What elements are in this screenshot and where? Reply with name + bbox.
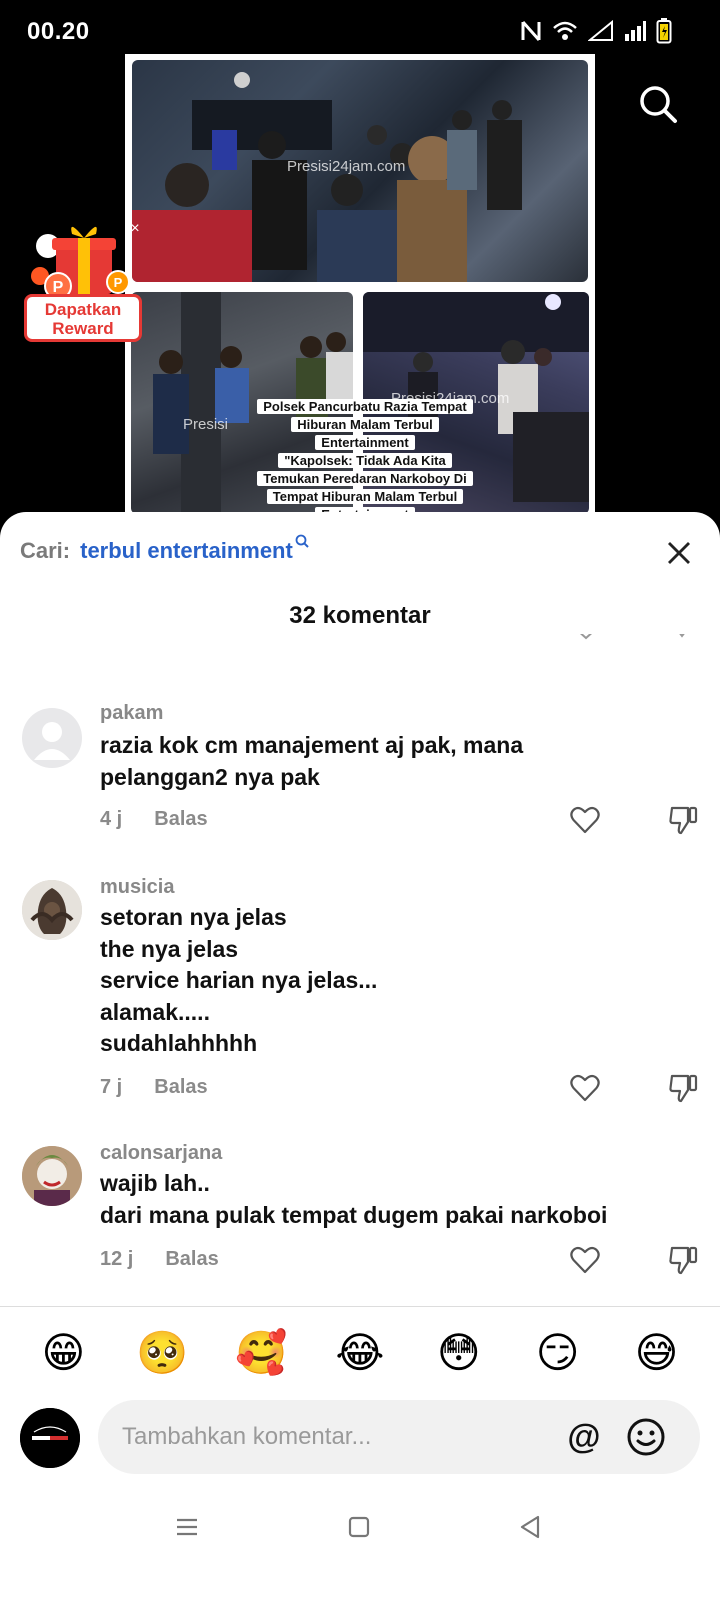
comment-meta: 4 j Balas [100, 808, 208, 831]
caption-line: Entertainment [315, 435, 415, 450]
comment-username[interactable]: calonsarjana [100, 1142, 222, 1165]
reply-button[interactable]: Balas [165, 1248, 218, 1271]
emoji-smirk[interactable]: 😏 [530, 1328, 586, 1378]
search-prefix: Cari: [20, 538, 71, 563]
reward-close-button[interactable]: × [126, 220, 144, 238]
back-icon[interactable] [516, 1512, 546, 1542]
nfc-icon [521, 21, 541, 41]
emoji-flushed[interactable]: 😳 [431, 1328, 487, 1378]
avatar[interactable] [22, 1146, 82, 1206]
heart-icon[interactable] [570, 1074, 600, 1102]
news-caption: Polsek Pancurbatu Razia Tempat Hiburan M… [195, 398, 535, 524]
system-nav-bar [0, 1502, 720, 1562]
reward-label-line2: Reward [52, 319, 114, 338]
thumbs-down-icon[interactable] [668, 1073, 698, 1103]
comment-composer: @ [0, 1400, 720, 1480]
caption-line: Temukan Peredaran Narkoboy Di [257, 471, 473, 486]
thumbs-down-icon[interactable] [668, 1245, 698, 1275]
comment-text: razia kok cm manajement aj pak, mana pel… [100, 732, 524, 790]
reward-label: Dapatkan Reward [24, 294, 142, 342]
reward-widget[interactable]: P P × Dapatkan Reward [14, 220, 144, 344]
comment-meta: 12 j Balas [100, 1248, 219, 1271]
signal-outline-icon [588, 20, 613, 41]
emoji-quick-bar: 😁 🥺 🥰 😂 😳 😏 😅 [0, 1328, 720, 1378]
comment-time: 7 j [100, 1076, 123, 1098]
news-photo-top: Presisi24jam.com [132, 60, 588, 282]
comment-input[interactable] [122, 1400, 542, 1474]
comment-username[interactable]: musicia [100, 876, 174, 899]
caption-line: "Kapolsek: Tidak Ada Kita [278, 453, 452, 468]
emoji-grin[interactable]: 😁 [35, 1328, 91, 1378]
mention-button[interactable]: @ [564, 1417, 604, 1457]
avatar[interactable] [22, 708, 82, 768]
menu-icon[interactable] [172, 1512, 202, 1542]
default-avatar-icon [34, 722, 70, 760]
comment-count: 32 komentar [289, 602, 431, 629]
heart-icon [579, 634, 593, 640]
reply-button[interactable]: Balas [154, 808, 207, 831]
comment-input-container[interactable]: @ [98, 1400, 700, 1474]
my-avatar[interactable] [20, 1408, 80, 1468]
comment-sheet: Cari: terbul entertainment 32 komentar p… [0, 512, 720, 1600]
battery-icon [656, 18, 672, 44]
caption-line: Tempat Hiburan Malam Terbul [266, 489, 464, 504]
previous-comment-cut [0, 634, 720, 664]
status-icons [520, 18, 672, 44]
related-search[interactable]: Cari: terbul entertainment [20, 534, 309, 564]
joker-avatar [22, 1146, 82, 1206]
reply-button[interactable]: Balas [154, 1076, 207, 1099]
svg-text:P: P [114, 275, 123, 290]
comment-meta: 7 j Balas [100, 1076, 208, 1099]
divider [0, 1306, 720, 1307]
signal-bars-icon [625, 21, 646, 41]
emoji-pleading[interactable]: 🥺 [134, 1328, 190, 1378]
comment-time: 4 j [100, 808, 123, 830]
caption-line: Polsek Pancurbatu Razia Tempat [257, 399, 473, 414]
comment-text: setoran nya jelas the nya jelas service … [100, 904, 378, 1056]
home-icon[interactable] [344, 1512, 374, 1542]
comment-text: wajib lah.. dari mana pulak tempat dugem… [100, 1170, 608, 1228]
gift-icon: P P [31, 226, 128, 296]
video-content[interactable]: Presisi24jam.com Presisi Presisi24jam.co… [125, 54, 595, 522]
caption-line: Hiburan Malam Terbul [291, 417, 439, 432]
search-icon[interactable] [638, 84, 678, 124]
thumbs-down-icon [679, 634, 685, 638]
profile-logo [20, 1408, 80, 1468]
wifi-icon [553, 21, 577, 40]
watermark: Presisi24jam.com [287, 158, 406, 175]
avatar[interactable] [22, 880, 82, 940]
close-icon[interactable] [664, 538, 694, 568]
statue-avatar [22, 880, 82, 940]
emoji-sweat-smile[interactable]: 😅 [628, 1328, 684, 1378]
comment-username[interactable]: pakam [100, 702, 163, 725]
search-icon [295, 534, 309, 551]
smiley-icon[interactable] [626, 1417, 666, 1457]
heart-icon[interactable] [570, 806, 600, 834]
comment-time: 12 j [100, 1248, 134, 1270]
reward-label-line1: Dapatkan [44, 300, 122, 319]
emoji-joy[interactable]: 😂 [332, 1328, 388, 1378]
thumbs-down-icon[interactable] [668, 805, 698, 835]
status-time: 00.20 [27, 18, 90, 45]
heart-icon[interactable] [570, 1246, 600, 1274]
emoji-hearts[interactable]: 🥰 [233, 1328, 289, 1378]
search-term-link[interactable]: terbul entertainment [80, 538, 293, 564]
